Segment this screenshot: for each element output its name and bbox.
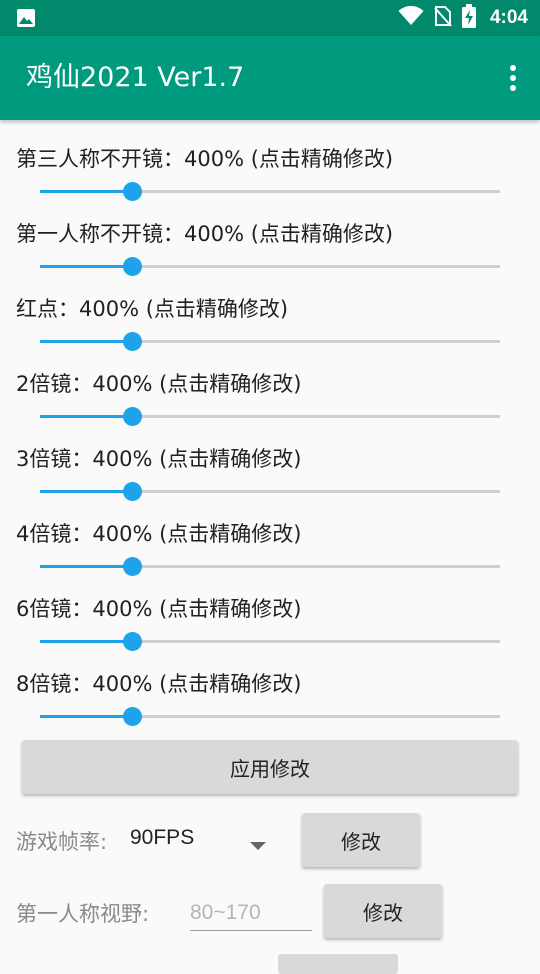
- fov-label: 第一人称视野:: [16, 902, 150, 926]
- slider-row-third-person: 第三人称不开镜：400% (点击精确修改): [0, 120, 540, 201]
- slider-fill: [40, 265, 132, 268]
- no-sim-icon: [434, 5, 452, 31]
- fps-row: 游戏帧率: 90FPS 修改: [0, 812, 540, 872]
- fps-modify-button[interactable]: 修改: [302, 813, 420, 867]
- slider-row-first-person: 第一人称不开镜：400% (点击精确修改): [0, 195, 540, 276]
- apply-changes-button[interactable]: 应用修改: [22, 740, 518, 794]
- slider-label[interactable]: 6倍镜：400% (点击精确修改): [16, 594, 301, 624]
- page-title: 鸡仙2021 Ver1.7: [26, 62, 245, 93]
- slider-label[interactable]: 3倍镜：400% (点击精确修改): [16, 444, 301, 474]
- slider-fill: [40, 415, 132, 418]
- slider-label[interactable]: 第一人称不开镜：400% (点击精确修改): [16, 219, 393, 249]
- slider-label[interactable]: 4倍镜：400% (点击精确修改): [16, 519, 301, 549]
- slider-fill: [40, 340, 132, 343]
- slider-track[interactable]: [40, 557, 500, 576]
- fps-label: 游戏帧率:: [16, 830, 108, 854]
- dropdown-arrow-icon: [250, 836, 266, 855]
- slider-fill: [40, 565, 132, 568]
- clock-time: 4:04: [489, 7, 528, 28]
- slider-fill: [40, 490, 132, 493]
- slider-label[interactable]: 第三人称不开镜：400% (点击精确修改): [16, 144, 393, 174]
- slider-row-3x: 3倍镜：400% (点击精确修改): [0, 420, 540, 501]
- slider-fill: [40, 715, 132, 718]
- image-icon: [16, 8, 36, 32]
- slider-track[interactable]: [40, 707, 500, 726]
- fps-selected-value: 90FPS: [130, 826, 195, 849]
- more-vertical-icon[interactable]: [506, 64, 520, 92]
- slider-label[interactable]: 2倍镜：400% (点击精确修改): [16, 369, 301, 399]
- slider-track[interactable]: [40, 632, 500, 651]
- fov-modify-button[interactable]: 修改: [324, 884, 442, 938]
- slider-track[interactable]: [40, 182, 500, 201]
- slider-fill: [40, 640, 132, 643]
- battery-charging-icon: [461, 4, 476, 32]
- slider-thumb[interactable]: [123, 707, 142, 726]
- fov-input[interactable]: [190, 896, 312, 931]
- slider-label[interactable]: 红点：400% (点击精确修改): [16, 294, 288, 324]
- slider-fill: [40, 190, 132, 193]
- slider-track[interactable]: [40, 482, 500, 501]
- partial-button-cutoff[interactable]: [278, 954, 398, 974]
- slider-row-red-dot: 红点：400% (点击精确修改): [0, 270, 540, 351]
- wifi-icon: [398, 5, 424, 30]
- slider-track[interactable]: [40, 257, 500, 276]
- status-bar: 4:04: [0, 0, 540, 36]
- slider-row-2x: 2倍镜：400% (点击精确修改): [0, 345, 540, 426]
- slider-track[interactable]: [40, 332, 500, 351]
- slider-label[interactable]: 8倍镜：400% (点击精确修改): [16, 669, 301, 699]
- slider-row-6x: 6倍镜：400% (点击精确修改): [0, 570, 540, 651]
- slider-row-4x: 4倍镜：400% (点击精确修改): [0, 495, 540, 576]
- slider-track[interactable]: [40, 407, 500, 426]
- slider-row-8x: 8倍镜：400% (点击精确修改): [0, 645, 540, 726]
- fov-row: 第一人称视野: 修改: [0, 882, 540, 942]
- fps-select[interactable]: 90FPS: [130, 824, 270, 858]
- app-bar: 鸡仙2021 Ver1.7: [0, 36, 540, 120]
- settings-content: 第三人称不开镜：400% (点击精确修改) 第一人称不开镜：400% (点击精确…: [0, 120, 540, 974]
